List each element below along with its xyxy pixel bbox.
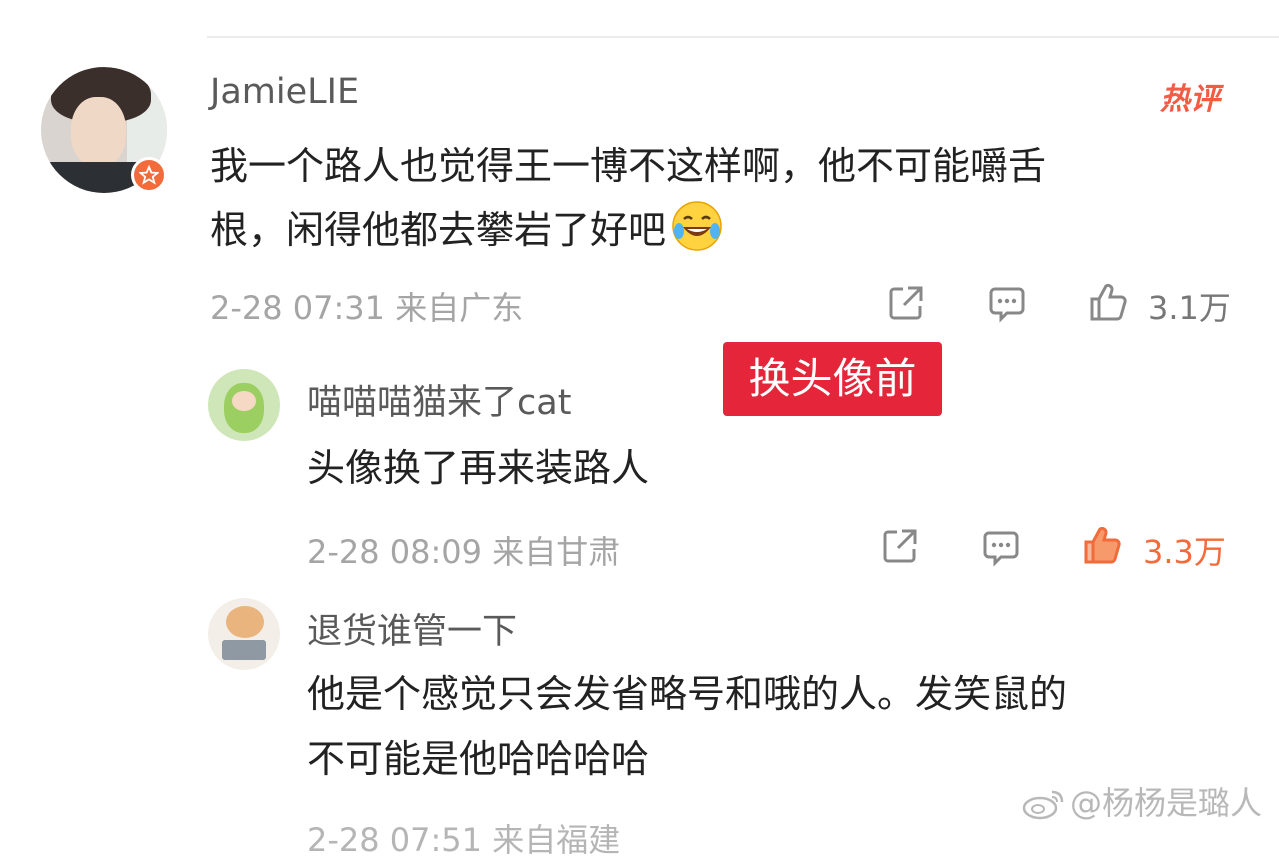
comment-icon[interactable] [987,283,1027,323]
comment-icon[interactable] [981,527,1021,567]
comment-meta: 2-28 07:31 来自广东 [210,289,524,327]
like-count-active: 3.3万 [1143,533,1226,571]
like-icon-active[interactable] [1082,525,1122,565]
hot-comment-tag: 热评 [1160,82,1220,117]
verified-badge-icon [131,157,167,193]
reply-meta-partial: 2-28 07:51 来自福建 [307,821,621,859]
like-icon[interactable] [1088,282,1128,322]
reply-text-line-1: 他是个感觉只会发省略号和哦的人。发笑鼠的 [307,672,1068,716]
share-icon[interactable] [886,283,926,323]
weibo-logo-icon [1022,790,1064,820]
overlay-label: 换头像前 [723,342,942,416]
reply-text-line-2: 不可能是他哈哈哈哈 [307,737,650,781]
comment-username[interactable]: JamieLIE [210,72,359,112]
share-icon[interactable] [880,526,920,566]
reply-username[interactable]: 喵喵喵猫来了cat [307,374,571,425]
comment-text-line-2: 根，闲得他都去攀岩了好吧 [210,198,724,262]
like-count: 3.1万 [1148,289,1231,327]
comment-text-line-1: 我一个路人也觉得王一博不这样啊，他不可能嚼舌 [210,144,1047,188]
watermark: @杨杨是璐人 [1022,778,1262,824]
laughing-crying-emoji [672,201,722,251]
reply-username[interactable]: 退货谁管一下 [307,603,517,654]
reply-text: 头像换了再来装路人 [307,446,650,490]
top-divider [207,36,1279,38]
reply-meta: 2-28 08:09 来自甘肃 [307,533,621,571]
avatar-reply-2[interactable] [208,598,280,670]
avatar-reply-1[interactable] [208,369,280,441]
